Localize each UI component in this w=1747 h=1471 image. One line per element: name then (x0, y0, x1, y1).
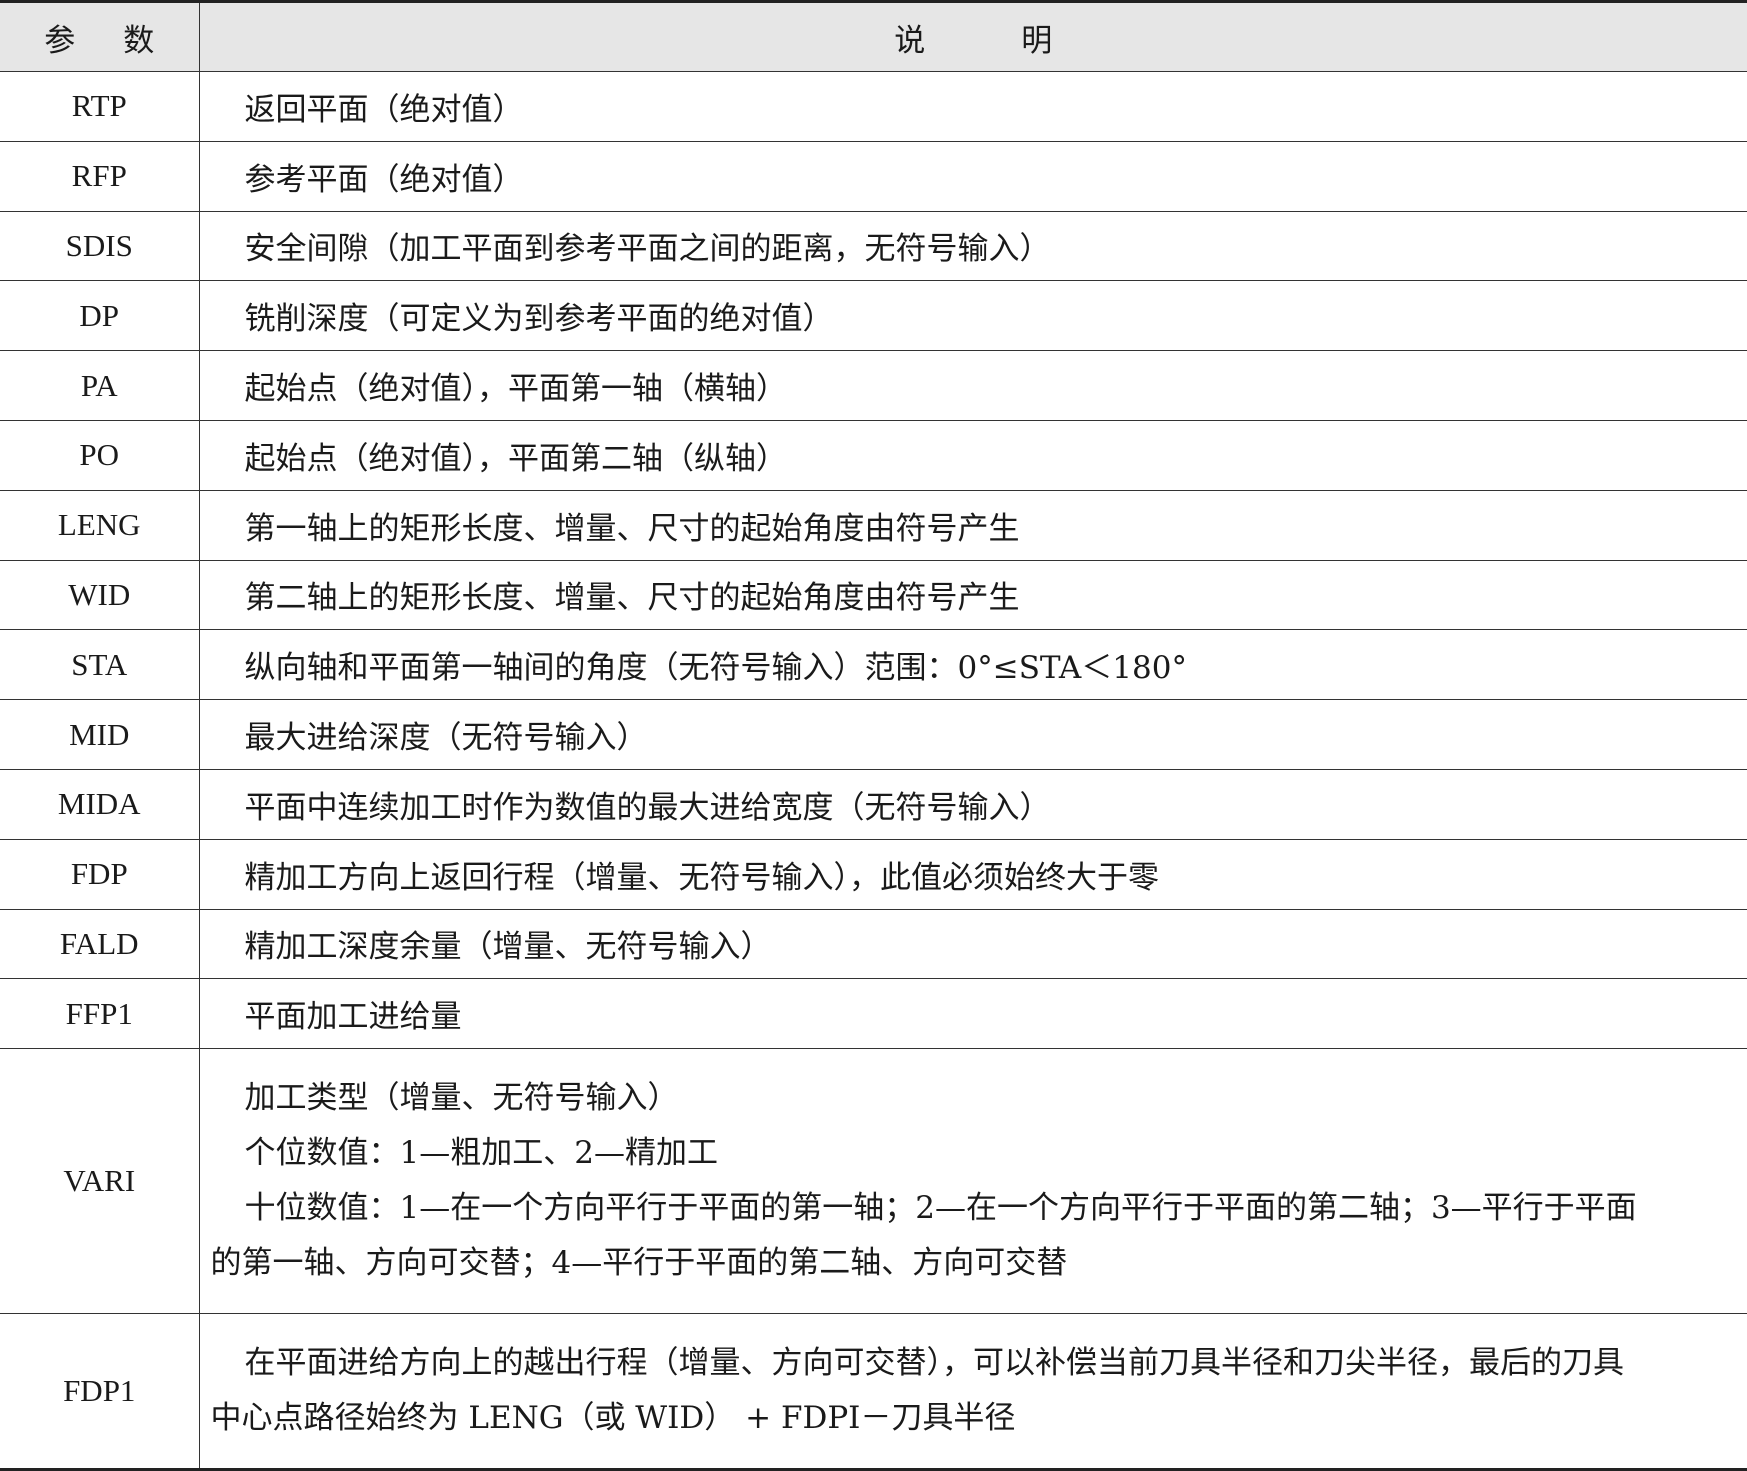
param-cell: LENG (0, 490, 200, 561)
table-row-vari: VARI 加工类型（增量、无符号输入） 个位数值：1—粗加工、2—精加工 十位数… (0, 1048, 1747, 1315)
param-cell: RFP (0, 141, 200, 212)
description-cell: 第一轴上的矩形长度、增量、尺寸的起始角度由符号产生 (199, 490, 1747, 561)
param-cell: MIDA (0, 769, 200, 840)
description-line: 个位数值：1—粗加工、2—精加工 (244, 1135, 718, 1172)
header-parameter: 参数 (0, 0, 200, 72)
table-row-fdp1: FDP1 在平面进给方向上的越出行程（增量、方向可交替），可以补偿当前刀具半径和… (0, 1313, 1747, 1471)
description-cell: 纵向轴和平面第一轴间的角度（无符号输入）范围：0°≤STA＜180° (199, 629, 1747, 701)
table-row: LENG 第一轴上的矩形长度、增量、尺寸的起始角度由符号产生 (0, 490, 1747, 561)
description-line: 的第一轴、方向可交替；4—平行于平面的第二轴、方向可交替 (210, 1245, 1068, 1282)
table-row: STA 纵向轴和平面第一轴间的角度（无符号输入）范围：0°≤STA＜180° (0, 629, 1747, 701)
table-row: FALD 精加工深度余量（增量、无符号输入） (0, 909, 1747, 980)
param-cell: FALD (0, 909, 200, 980)
table-row: SDIS 安全间隙（加工平面到参考平面之间的距离，无符号输入） (0, 211, 1747, 282)
description-line: 十位数值：1—在一个方向平行于平面的第一轴；2—在一个方向平行于平面的第二轴；3… (244, 1190, 1637, 1227)
description-line: 加工类型（增量、无符号输入） (244, 1080, 679, 1117)
table-header: 参数 说明 (0, 0, 1747, 72)
description-cell: 精加工方向上返回行程（增量、无符号输入），此值必须始终大于零 (199, 839, 1747, 910)
header-description-char-2: 明 (1021, 22, 1053, 59)
table-row: RFP 参考平面（绝对值） (0, 141, 1747, 212)
description-cell: 返回平面（绝对值） (199, 71, 1747, 142)
description-cell: 安全间隙（加工平面到参考平面之间的距离，无符号输入） (199, 211, 1747, 282)
description-cell-multiline: 在平面进给方向上的越出行程（增量、方向可交替），可以补偿当前刀具半径和刀尖半径，… (199, 1313, 1747, 1471)
description-cell: 平面加工进给量 (199, 978, 1747, 1050)
description-cell: 最大进给深度（无符号输入） (199, 699, 1747, 770)
description-cell-multiline: 加工类型（增量、无符号输入） 个位数值：1—粗加工、2—精加工 十位数值：1—在… (199, 1048, 1747, 1315)
description-cell: 第二轴上的矩形长度、增量、尺寸的起始角度由符号产生 (199, 560, 1747, 631)
description-cell: 精加工深度余量（增量、无符号输入） (199, 909, 1747, 980)
param-cell: PA (0, 350, 200, 421)
table-body: RTP 返回平面（绝对值） RFP 参考平面（绝对值） SDIS 安全间隙（加工平面到… (0, 71, 1747, 1471)
table-row: RTP 返回平面（绝对值） (0, 71, 1747, 142)
header-parameter-char-2: 数 (123, 22, 155, 59)
description-cell: 起始点（绝对值），平面第一轴（横轴） (199, 350, 1747, 421)
table-row: PO 起始点（绝对值），平面第二轴（纵轴） (0, 420, 1747, 491)
param-cell: MID (0, 699, 200, 770)
param-cell: WID (0, 560, 200, 631)
description-line: 中心点路径始终为 LENG（或 WID） + FDPI－刀具半径 (210, 1400, 1016, 1437)
parameter-table: 参数 说明 RTP 返回平面（绝对值） RFP 参考平面（绝对值） SDIS 安全间隙… (0, 0, 1747, 1471)
param-cell: PO (0, 420, 200, 491)
header-description: 说明 (199, 0, 1747, 72)
parameter-table-container: 参数 说明 RTP 返回平面（绝对值） RFP 参考平面（绝对值） SDIS 安全间隙… (0, 0, 1747, 1471)
table-row: MIDA 平面中连续加工时作为数值的最大进给宽度（无符号输入） (0, 769, 1747, 840)
table-row: MID 最大进给深度（无符号输入） (0, 699, 1747, 770)
table-row: WID 第二轴上的矩形长度、增量、尺寸的起始角度由符号产生 (0, 560, 1747, 631)
description-cell: 铣削深度（可定义为到参考平面的绝对值） (199, 280, 1747, 352)
param-cell: RTP (0, 71, 200, 142)
header-description-char-1: 说 (894, 22, 926, 59)
param-cell: FDP (0, 839, 200, 910)
param-cell: FFP1 (0, 978, 200, 1050)
table-row: FFP1 平面加工进给量 (0, 978, 1747, 1050)
description-cell: 平面中连续加工时作为数值的最大进给宽度（无符号输入） (199, 769, 1747, 840)
description-cell: 起始点（绝对值），平面第二轴（纵轴） (199, 420, 1747, 491)
table-row: PA 起始点（绝对值），平面第一轴（横轴） (0, 350, 1747, 421)
param-cell: VARI (0, 1048, 200, 1315)
table-row: DP 铣削深度（可定义为到参考平面的绝对值） (0, 280, 1747, 352)
param-cell: SDIS (0, 211, 200, 282)
description-line: 在平面进给方向上的越出行程（增量、方向可交替），可以补偿当前刀具半径和刀尖半径，… (244, 1345, 1625, 1382)
param-cell: STA (0, 629, 200, 701)
description-cell: 参考平面（绝对值） (199, 141, 1747, 212)
table-row: FDP 精加工方向上返回行程（增量、无符号输入），此值必须始终大于零 (0, 839, 1747, 910)
param-cell: DP (0, 280, 200, 352)
header-parameter-char-1: 参 (44, 22, 76, 59)
param-cell: FDP1 (0, 1313, 200, 1471)
